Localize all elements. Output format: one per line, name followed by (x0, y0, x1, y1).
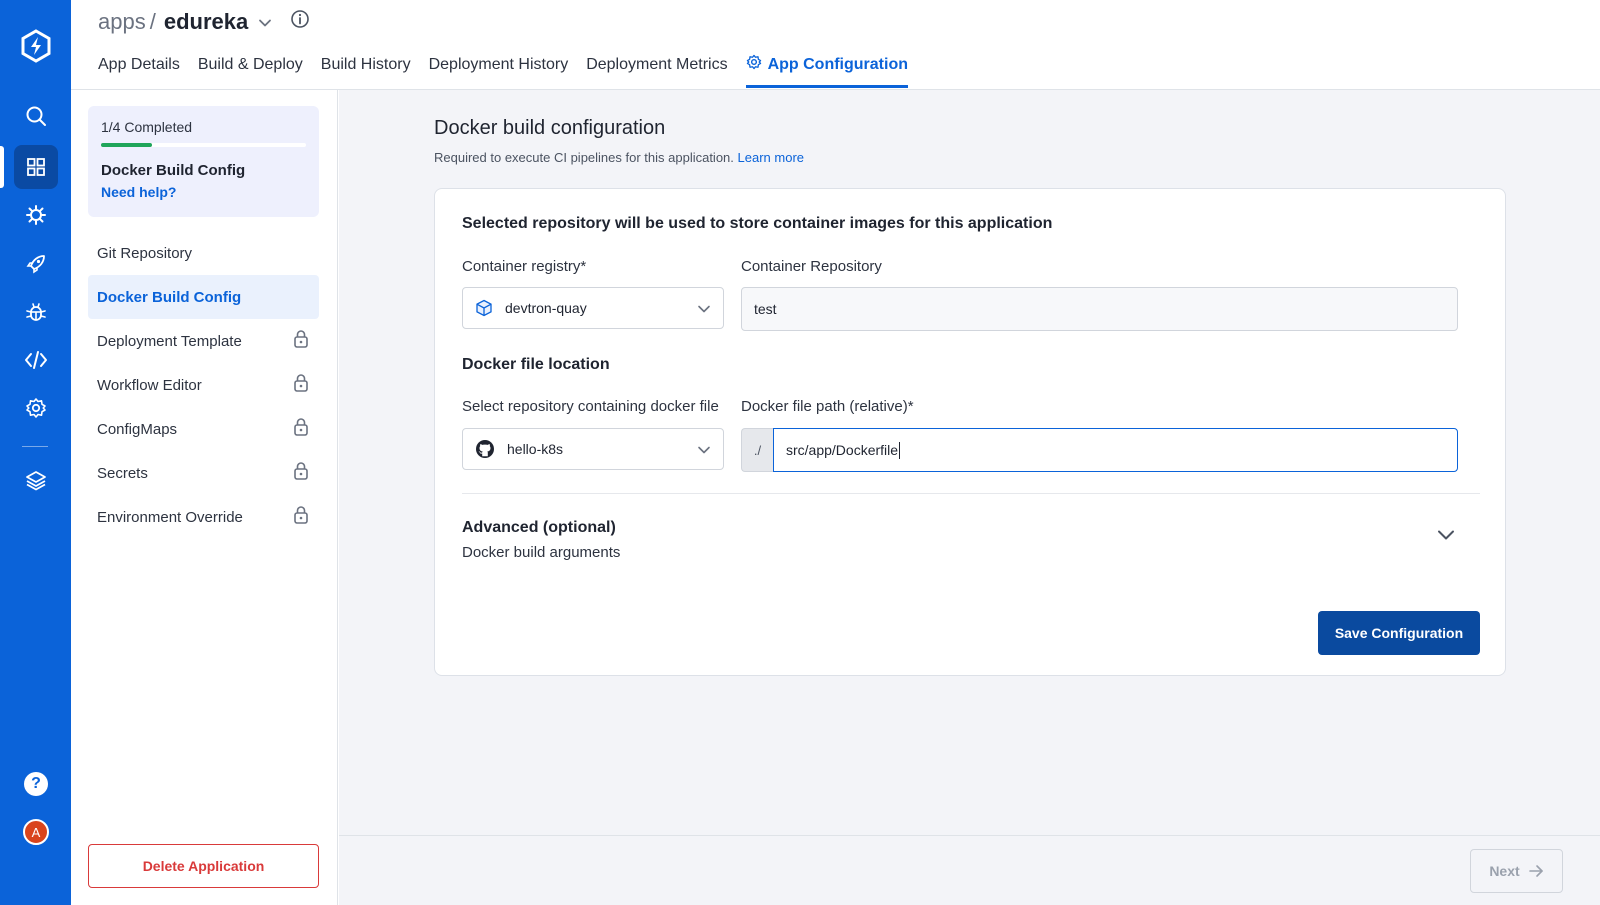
tab-build-deploy[interactable]: Build & Deploy (198, 54, 303, 87)
code-icon[interactable] (14, 338, 58, 382)
app-tabs: App Details Build & Deploy Build History… (98, 54, 926, 88)
path-prefix: ./ (741, 428, 773, 472)
lock-icon (293, 329, 309, 353)
dockerfile-repository-select[interactable]: hello-k8s (462, 428, 724, 470)
nav-item-label: Docker Build Config (97, 288, 242, 306)
page-footer: Next (339, 835, 1600, 905)
page-header: apps / edureka App Details Build & Deplo… (71, 0, 1600, 90)
nav-item-label: Environment Override (97, 508, 243, 526)
search-icon[interactable] (14, 94, 58, 138)
dockerfile-path-label: Docker file path (relative)* (741, 398, 914, 415)
app-info-icon[interactable] (290, 9, 310, 35)
devtron-logo-icon[interactable] (14, 24, 58, 68)
help-icon: ? (24, 772, 48, 796)
container-repository-input[interactable]: test (741, 287, 1458, 331)
dockerfile-section-title: Docker file location (462, 356, 610, 373)
section-divider (462, 493, 1480, 494)
nav-item-label: Workflow Editor (97, 376, 202, 394)
container-registry-select[interactable]: devtron-quay (462, 287, 724, 329)
advanced-section-title[interactable]: Advanced (optional) (462, 519, 616, 537)
chevron-down-icon (697, 443, 711, 460)
repository-value: test (754, 301, 777, 317)
docker-config-card: Selected repository will be used to stor… (434, 188, 1506, 676)
nav-item-deployment-template[interactable]: Deployment Template (88, 319, 319, 363)
nav-item-label: Git Repository (97, 244, 193, 262)
lock-icon (293, 373, 309, 397)
nav-item-workflow-editor[interactable]: Workflow Editor (88, 363, 319, 407)
expand-chevron-icon[interactable] (1436, 525, 1456, 550)
learn-more-link[interactable]: Learn more (738, 150, 804, 165)
stack-layers-icon[interactable] (14, 458, 58, 502)
current-step-title: Docker Build Config (101, 162, 246, 179)
left-nav-rail: ? A (0, 0, 71, 905)
dockerfile-path-value: src/app/Dockerfile (786, 442, 899, 458)
nav-item-label: Secrets (97, 464, 148, 482)
lock-icon (293, 417, 309, 441)
active-indicator (0, 146, 4, 188)
delete-application-button[interactable]: Delete Application (88, 844, 319, 888)
need-help-link[interactable]: Need help? (101, 184, 306, 200)
tab-app-configuration[interactable]: App Configuration (745, 54, 909, 88)
repository-label: Container Repository (741, 258, 882, 275)
arrow-right-icon (1528, 865, 1543, 877)
card-title: Selected repository will be used to stor… (462, 215, 1053, 232)
chevron-down-icon (697, 302, 711, 319)
user-avatar[interactable]: A (14, 810, 58, 854)
nav-item-label: ConfigMaps (97, 420, 178, 438)
help-button[interactable]: ? (14, 762, 58, 806)
lock-icon (293, 461, 309, 485)
nav-item-docker-build-config[interactable]: Docker Build Config (88, 275, 319, 319)
github-icon (475, 439, 495, 459)
next-label: Next (1489, 863, 1520, 879)
lock-icon (293, 505, 309, 529)
deploy-rocket-icon[interactable] (14, 242, 58, 286)
registry-cube-icon (475, 299, 493, 317)
rail-divider (22, 446, 48, 447)
app-switcher-chevron-icon[interactable] (258, 10, 272, 36)
progress-bar (101, 143, 306, 147)
avatar-letter: A (23, 819, 49, 845)
nav-item-configmaps[interactable]: ConfigMaps (88, 407, 319, 451)
chart-store-icon[interactable] (14, 193, 58, 237)
config-sidebar: 1/4 Completed Docker Build Config Need h… (71, 90, 338, 905)
tab-app-configuration-label: App Configuration (767, 55, 908, 73)
registry-label: Container registry* (462, 258, 587, 275)
nav-item-git-repository[interactable]: Git Repository (88, 231, 319, 275)
progress-bar-fill (101, 143, 153, 147)
nav-item-label: Deployment Template (97, 332, 242, 350)
tab-app-details[interactable]: App Details (98, 54, 180, 87)
text-cursor (899, 441, 901, 459)
advanced-section-subtitle: Docker build arguments (462, 544, 621, 561)
repo-select-label: Select repository containing docker file (462, 398, 719, 415)
tab-deployment-history[interactable]: Deployment History (429, 54, 569, 87)
next-button[interactable]: Next (1470, 849, 1563, 893)
save-configuration-button[interactable]: Save Configuration (1318, 611, 1480, 655)
security-bug-icon[interactable] (14, 290, 58, 334)
app-name: edureka (163, 9, 249, 34)
breadcrumb: apps / edureka (98, 8, 310, 36)
gear-icon (746, 54, 762, 75)
nav-item-secrets[interactable]: Secrets (88, 451, 319, 495)
apps-grid-icon[interactable] (14, 145, 58, 189)
progress-text: 1/4 Completed (101, 119, 193, 135)
main-content: Docker build configuration Required to e… (339, 90, 1600, 905)
repo-select-value: hello-k8s (507, 441, 564, 457)
tab-deployment-metrics[interactable]: Deployment Metrics (586, 54, 727, 87)
settings-gear-icon[interactable] (14, 386, 58, 430)
page-subtitle: Required to execute CI pipelines for thi… (434, 150, 804, 165)
nav-item-environment-override[interactable]: Environment Override (88, 495, 319, 539)
breadcrumb-separator: / (149, 9, 156, 34)
dockerfile-path-input[interactable]: src/app/Dockerfile (773, 428, 1458, 472)
breadcrumb-apps-link[interactable]: apps (98, 9, 146, 35)
registry-value: devtron-quay (505, 300, 587, 316)
page-title: Docker build configuration (434, 117, 666, 139)
config-steps-nav: Git Repository Docker Build Config Deplo… (88, 231, 319, 539)
tab-build-history[interactable]: Build History (321, 54, 411, 87)
subtitle-text: Required to execute CI pipelines for thi… (434, 150, 734, 165)
progress-card: 1/4 Completed Docker Build Config Need h… (88, 106, 319, 217)
